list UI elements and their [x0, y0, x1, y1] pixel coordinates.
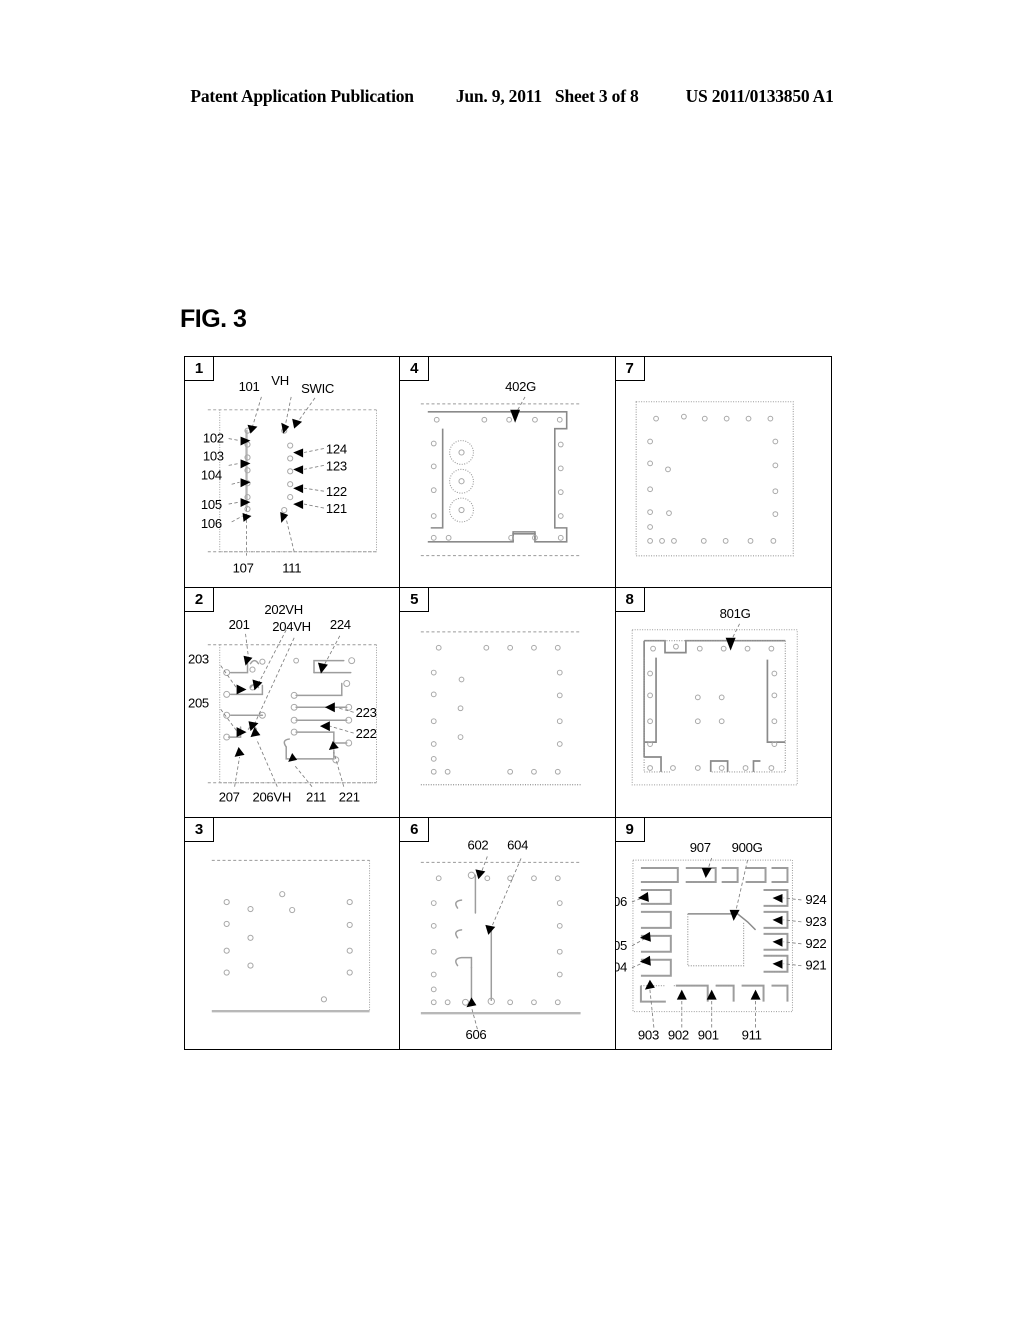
panel-1-label-101: 101: [239, 379, 260, 394]
panel-3-artwork: [211, 860, 371, 1013]
panel-6-artwork: 602 604 606: [421, 838, 581, 1042]
panel-1-label-106: 106: [201, 516, 222, 531]
panel-1-label-swic: SWIC: [301, 381, 334, 396]
panel-9-label-907: 907: [689, 840, 710, 855]
panel-2-label-201: 201: [229, 617, 250, 632]
panel-5-artwork: [421, 631, 581, 785]
panel-2-label-205: 205: [188, 695, 209, 710]
panel-9-label-922: 922: [805, 936, 826, 951]
panel-4: 4 402G: [400, 357, 616, 588]
panel-9-label-924: 924: [805, 892, 826, 907]
panel-1-label-121: 121: [326, 501, 347, 516]
panel-2-label-224: 224: [330, 617, 351, 632]
panel-1-label-107: 107: [233, 561, 254, 576]
figure-grid: 1 101 VH SWIC 102 103 104 105 106 124 12…: [184, 356, 832, 1050]
panel-6-label-602: 602: [468, 838, 489, 853]
panel-9-label-911: 911: [741, 1028, 761, 1043]
panel-9-label-905: 905: [616, 938, 627, 953]
header-date: Jun. 9, 2011: [455, 86, 542, 106]
panel-6-label-606: 606: [466, 1027, 487, 1042]
panel-2-label-204VH: 204VH: [272, 619, 311, 634]
panel-9-number: 9: [615, 818, 645, 843]
panel-6: 6 602 604 606: [400, 818, 616, 1049]
panel-9-label-904: 904: [616, 960, 627, 975]
panel-1-artwork: 101 VH SWIC 102 103 104 105 106 124 123 …: [201, 373, 378, 576]
panel-2-number: 2: [185, 587, 214, 612]
panel-2-label-203: 203: [188, 651, 209, 666]
panel-1-label-124: 124: [326, 441, 347, 456]
panel-9: 9 907 900G 06 05 04 924 923 922 921 903 …: [615, 818, 831, 1049]
panel-1-label-104: 104: [201, 467, 222, 482]
panel-5-number: 5: [400, 587, 430, 612]
panel-2-label-207: 207: [219, 789, 240, 804]
panel-2-label-206VH: 206VH: [252, 789, 291, 804]
panel-4-label-402G: 402G: [506, 379, 537, 394]
header-publication: Patent Application Publication: [190, 86, 414, 106]
panel-6-number: 6: [400, 818, 430, 843]
panel-2-label-223: 223: [356, 705, 377, 720]
panel-9-artwork: 907 900G 906 905 904 924 923 922 921 903…: [616, 840, 827, 1043]
panel-7: 7: [615, 357, 831, 588]
panel-3-number: 3: [185, 818, 214, 843]
panel-9-label-902: 902: [667, 1028, 688, 1043]
page-header: Patent Application Publication Jun. 9, 2…: [0, 86, 1024, 107]
panel-8-artwork: 801G: [631, 605, 798, 786]
panel-9-label-903: 903: [638, 1028, 659, 1043]
panel-9-label-921: 921: [805, 958, 826, 973]
panel-9-label-923: 923: [805, 914, 826, 929]
header-pub-number: US 2011/0133850 A1: [685, 86, 834, 106]
panel-2: 2 201 202VH 204VH 224 203 205 223 222 20…: [185, 587, 401, 819]
panel-1-label-102: 102: [203, 431, 224, 446]
panel-7-artwork: [635, 401, 794, 557]
figure-title: FIG. 3: [180, 305, 247, 333]
panel-1-label-122: 122: [326, 484, 347, 499]
panel-7-number: 7: [615, 357, 645, 381]
panel-2-label-211: 211: [306, 789, 326, 804]
panel-1: 1 101 VH SWIC 102 103 104 105 106 124 12…: [185, 357, 401, 588]
panel-1-label-123: 123: [326, 458, 347, 473]
panel-8-label-801G: 801G: [719, 605, 750, 620]
panel-8: 8 801G: [615, 587, 831, 819]
panel-8-number: 8: [615, 587, 645, 612]
panel-5: 5: [400, 587, 616, 819]
panel-9-label-906: 906: [616, 894, 627, 909]
panel-3: 3: [185, 818, 401, 1049]
panel-1-label-vh: VH: [271, 373, 289, 388]
panel-6-label-604: 604: [507, 838, 528, 853]
panel-2-artwork: 201 202VH 204VH 224 203 205 223 222 207 …: [188, 602, 378, 804]
header-sheet: Sheet 3 of 8: [554, 86, 639, 106]
panel-1-number: 1: [185, 357, 214, 381]
panel-1-label-105: 105: [201, 497, 222, 512]
panel-2-label-221: 221: [339, 789, 360, 804]
panel-9-label-900G: 900G: [731, 840, 762, 855]
panel-4-number: 4: [400, 357, 430, 381]
panel-1-label-103: 103: [203, 448, 224, 463]
panel-4-artwork: 402G: [421, 379, 581, 557]
panel-2-label-222: 222: [356, 726, 377, 741]
panel-9-label-901: 901: [697, 1028, 718, 1043]
panel-1-label-111: 111: [282, 561, 301, 576]
panel-2-label-202VH: 202VH: [264, 602, 303, 617]
